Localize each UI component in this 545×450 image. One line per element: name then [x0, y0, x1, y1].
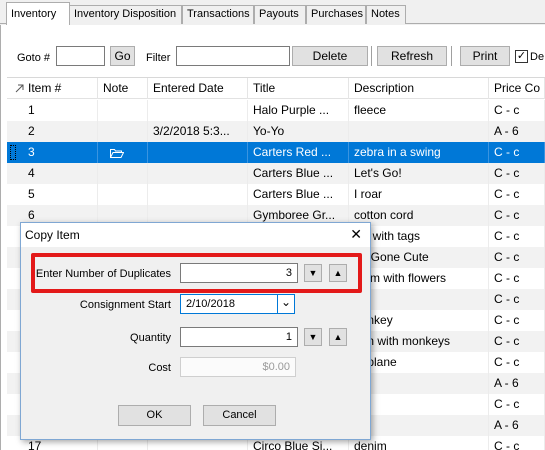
checkbox-label: De	[530, 51, 545, 63]
table-cell-date: 3/2/2018 5:3...	[148, 121, 248, 142]
chevron-down-icon[interactable]: ⌄	[277, 294, 295, 314]
table-cell-price: C - c	[489, 205, 545, 226]
cost-label: Cost	[148, 362, 171, 374]
table-cell-note	[98, 142, 148, 163]
table-cell-item: 4	[23, 163, 98, 184]
tab-payouts[interactable]: Payouts	[254, 5, 306, 24]
dialog-title: Copy Item	[25, 228, 80, 242]
go-button[interactable]: Go	[110, 46, 135, 66]
tab-notes[interactable]: Notes	[366, 5, 406, 24]
quantity-increment-button[interactable]: ▲	[329, 328, 347, 346]
table-cell-desc: Let's Go!	[349, 163, 489, 184]
table-cell-price: C - c	[489, 289, 545, 310]
table-row[interactable]: 2 3/2/2018 5:3... Yo-Yo A - 6	[7, 121, 545, 142]
table-cell-date	[148, 142, 248, 163]
table-row[interactable]: 4 Carters Blue ... Let's Go! C - c	[7, 163, 545, 184]
close-icon[interactable]: ✕	[350, 226, 362, 242]
tab-purchases[interactable]: Purchases	[306, 5, 366, 24]
quantity-input[interactable]: 1	[180, 327, 298, 347]
table-cell-price: C - c	[489, 436, 545, 450]
table-cell-date	[148, 184, 248, 205]
table-row[interactable]: 3 Carters Red ... zebra in a swing C - c	[7, 142, 545, 163]
tab-bar: Inventory Inventory Disposition Transact…	[0, 0, 545, 25]
ok-button[interactable]: OK	[118, 405, 191, 426]
table-cell-price: A - 6	[489, 121, 545, 142]
toolbar-separator	[451, 46, 452, 66]
table-cell-price: C - c	[489, 142, 545, 163]
column-header-description[interactable]: Description	[349, 78, 489, 99]
tab-inventory[interactable]: Inventory	[6, 2, 70, 25]
table-cell-price: A - 6	[489, 373, 545, 394]
table-cell-price: C - c	[489, 352, 545, 373]
dialog-titlebar: Copy Item ✕	[21, 223, 370, 247]
column-header-price-code[interactable]: Price Co	[489, 78, 545, 99]
table-cell-desc: I roar	[349, 184, 489, 205]
table-cell-item: 1	[23, 100, 98, 121]
cancel-button[interactable]: Cancel	[203, 405, 276, 426]
copy-item-dialog: Copy Item ✕ Enter Number of Duplicates 3…	[20, 222, 371, 440]
quantity-label: Quantity	[130, 332, 171, 344]
highlight-box	[31, 253, 362, 293]
delete-button[interactable]: Delete	[292, 46, 368, 66]
table-row[interactable]: 5 Carters Blue ... I roar C - c	[7, 184, 545, 205]
table-cell-date	[148, 163, 248, 184]
refresh-button[interactable]: Refresh	[377, 46, 447, 66]
table-cell-price: C - c	[489, 184, 545, 205]
quantity-decrement-button[interactable]: ▼	[304, 328, 322, 346]
consignment-start-label: Consignment Start	[79, 299, 171, 311]
table-cell-price: A - 6	[489, 415, 545, 436]
table-cell-desc	[349, 121, 489, 142]
table-cell-date	[148, 100, 248, 121]
table-cell-item: 5	[23, 184, 98, 205]
table-row[interactable]: 1 Halo Purple ... fleece C - c	[7, 100, 545, 121]
filter-input[interactable]	[176, 46, 290, 66]
column-header-entered-date[interactable]: Entered Date	[148, 78, 248, 99]
cost-input: $0.00	[180, 357, 296, 377]
goto-label: Goto #	[17, 52, 51, 64]
column-header-title[interactable]: Title	[248, 78, 349, 99]
table-cell-desc: zebra in a swing	[349, 142, 489, 163]
table-cell-title: Halo Purple ...	[248, 100, 349, 121]
tab-inventory-disposition[interactable]: Inventory Disposition	[69, 5, 182, 24]
table-cell-price: C - c	[489, 394, 545, 415]
column-header-item[interactable]: Item #	[23, 78, 98, 99]
row-focus-indicator	[10, 145, 16, 160]
table-cell-title: Carters Red ...	[248, 142, 349, 163]
table-cell-title: Yo-Yo	[248, 121, 349, 142]
table-cell-price: C - c	[489, 226, 545, 247]
print-button[interactable]: Print	[460, 46, 510, 66]
consignment-start-field[interactable]: 2/10/2018	[180, 294, 278, 314]
table-cell-note	[98, 184, 148, 205]
table-cell-price: C - c	[489, 268, 545, 289]
table-cell-desc: fleece	[349, 100, 489, 121]
table-cell-price: C - c	[489, 310, 545, 331]
grid-header: Item # Note Entered Date Title Descripti…	[7, 78, 545, 99]
table-cell-item: 2	[23, 121, 98, 142]
table-cell-price: C - c	[489, 100, 545, 121]
table-cell-price: C - c	[489, 163, 545, 184]
table-cell-title: Carters Blue ...	[248, 184, 349, 205]
table-cell-note	[98, 163, 148, 184]
table-cell-item: 3	[23, 142, 98, 163]
table-cell-note	[98, 121, 148, 142]
filter-label: Filter	[146, 52, 171, 64]
tab-transactions[interactable]: Transactions	[182, 5, 254, 24]
table-cell-price: C - c	[489, 247, 545, 268]
table-cell-title: Carters Blue ...	[248, 163, 349, 184]
folder-icon	[110, 149, 124, 158]
toolbar-separator	[371, 46, 372, 66]
checkbox[interactable]: ✓	[515, 50, 528, 63]
table-cell-price: C - c	[489, 331, 545, 352]
table-cell-note	[98, 100, 148, 121]
goto-input[interactable]	[56, 46, 105, 66]
column-header-note[interactable]: Note	[98, 78, 148, 99]
